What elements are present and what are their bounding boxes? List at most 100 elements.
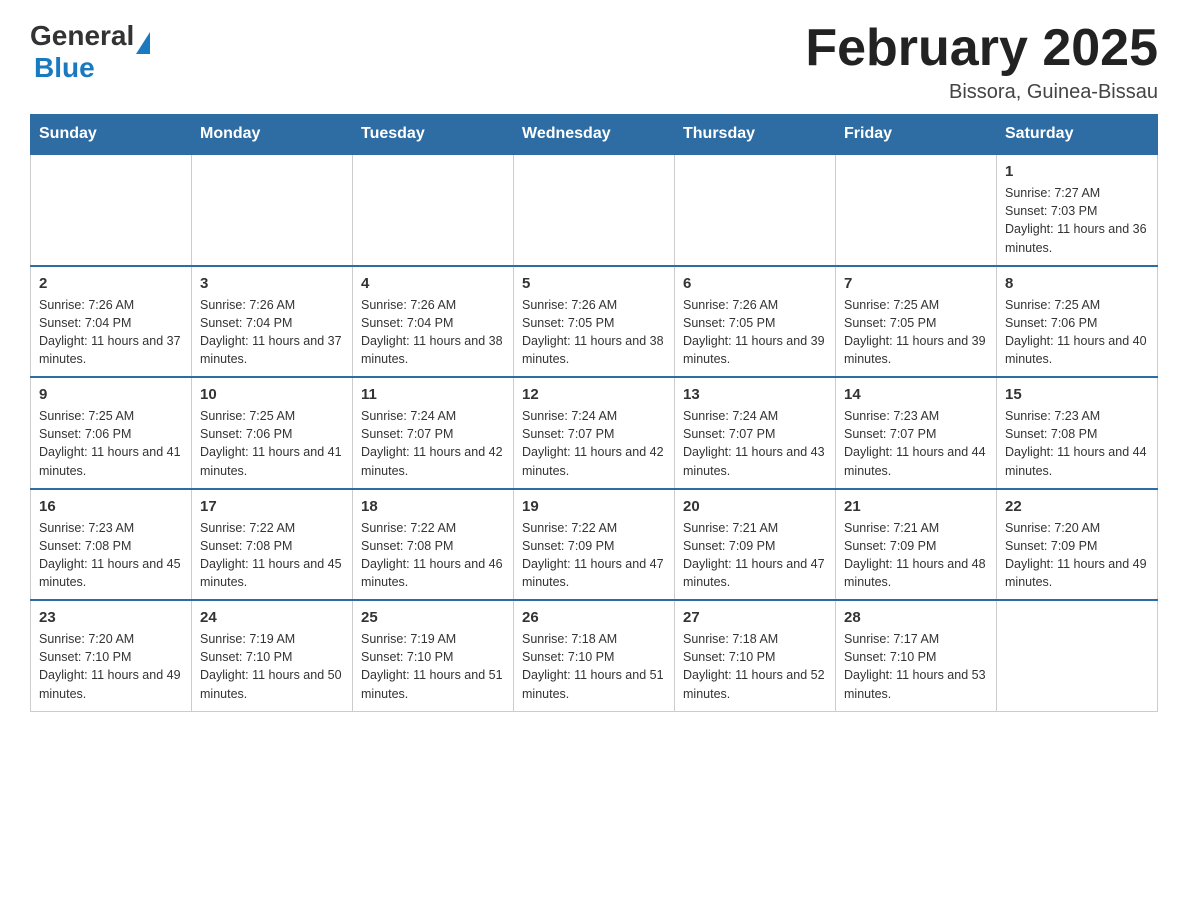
table-row: 17 Sunrise: 7:22 AM Sunset: 7:08 PM Dayli… bbox=[192, 489, 353, 601]
day-number: 14 bbox=[844, 386, 988, 403]
day-number: 23 bbox=[39, 609, 183, 626]
calendar-week-4: 16 Sunrise: 7:23 AM Sunset: 7:08 PM Dayli… bbox=[31, 489, 1158, 601]
table-row: 2Sunrise: 7:26 AM Sunset: 7:04 PM Daylig… bbox=[31, 266, 192, 378]
table-row: 14 Sunrise: 7:23 AM Sunset: 7:07 PM Dayli… bbox=[836, 377, 997, 489]
table-row: 13 Sunrise: 7:24 AM Sunset: 7:07 PM Dayli… bbox=[675, 377, 836, 489]
day-info: Sunrise: 7:19 AM Sunset: 7:10 PM Dayligh… bbox=[361, 630, 505, 703]
day-info: Sunrise: 7:20 AM Sunset: 7:09 PM Dayligh… bbox=[1005, 519, 1149, 592]
day-info: Sunrise: 7:25 AM Sunset: 7:06 PM Dayligh… bbox=[1005, 296, 1149, 369]
col-tuesday: Tuesday bbox=[353, 115, 514, 155]
table-row bbox=[675, 154, 836, 266]
day-info: Sunrise: 7:26 AM Sunset: 7:05 PM Dayligh… bbox=[683, 296, 827, 369]
day-number: 3 bbox=[200, 275, 344, 292]
logo: General Blue bbox=[30, 20, 150, 84]
day-number: 22 bbox=[1005, 498, 1149, 515]
table-row bbox=[997, 600, 1158, 711]
logo-blue-text: Blue bbox=[34, 52, 95, 84]
day-info: Sunrise: 7:27 AM Sunset: 7:03 PM Dayligh… bbox=[1005, 184, 1149, 257]
day-number: 19 bbox=[522, 498, 666, 515]
table-row bbox=[836, 154, 997, 266]
table-row: 22 Sunrise: 7:20 AM Sunset: 7:09 PM Dayli… bbox=[997, 489, 1158, 601]
day-number: 11 bbox=[361, 386, 505, 403]
table-row: 9 Sunrise: 7:25 AM Sunset: 7:06 PM Daylig… bbox=[31, 377, 192, 489]
day-info: Sunrise: 7:24 AM Sunset: 7:07 PM Dayligh… bbox=[361, 407, 505, 480]
day-info: Sunrise: 7:26 AM Sunset: 7:04 PM Dayligh… bbox=[361, 296, 505, 369]
day-number: 16 bbox=[39, 498, 183, 515]
col-wednesday: Wednesday bbox=[514, 115, 675, 155]
day-info: Sunrise: 7:26 AM Sunset: 7:04 PM Dayligh… bbox=[39, 296, 183, 369]
day-number: 20 bbox=[683, 498, 827, 515]
calendar-week-3: 9 Sunrise: 7:25 AM Sunset: 7:06 PM Daylig… bbox=[31, 377, 1158, 489]
table-row: 16 Sunrise: 7:23 AM Sunset: 7:08 PM Dayli… bbox=[31, 489, 192, 601]
day-number: 12 bbox=[522, 386, 666, 403]
day-info: Sunrise: 7:21 AM Sunset: 7:09 PM Dayligh… bbox=[683, 519, 827, 592]
day-number: 5 bbox=[522, 275, 666, 292]
table-row: 21Sunrise: 7:21 AM Sunset: 7:09 PM Dayli… bbox=[836, 489, 997, 601]
day-info: Sunrise: 7:21 AM Sunset: 7:09 PM Dayligh… bbox=[844, 519, 988, 592]
day-info: Sunrise: 7:26 AM Sunset: 7:05 PM Dayligh… bbox=[522, 296, 666, 369]
day-info: Sunrise: 7:22 AM Sunset: 7:09 PM Dayligh… bbox=[522, 519, 666, 592]
table-row: 4 Sunrise: 7:26 AM Sunset: 7:04 PM Daylig… bbox=[353, 266, 514, 378]
table-row: 23 Sunrise: 7:20 AM Sunset: 7:10 PM Dayli… bbox=[31, 600, 192, 711]
calendar-title: February 2025 bbox=[805, 20, 1158, 77]
logo-general-text: General bbox=[30, 20, 134, 52]
col-sunday: Sunday bbox=[31, 115, 192, 155]
table-row: 24Sunrise: 7:19 AM Sunset: 7:10 PM Dayli… bbox=[192, 600, 353, 711]
calendar-table: Sunday Monday Tuesday Wednesday Thursday… bbox=[30, 114, 1158, 712]
calendar-week-5: 23 Sunrise: 7:20 AM Sunset: 7:10 PM Dayli… bbox=[31, 600, 1158, 711]
day-info: Sunrise: 7:25 AM Sunset: 7:06 PM Dayligh… bbox=[39, 407, 183, 480]
table-row: 1 Sunrise: 7:27 AM Sunset: 7:03 PM Daylig… bbox=[997, 154, 1158, 266]
table-row: 15Sunrise: 7:23 AM Sunset: 7:08 PM Dayli… bbox=[997, 377, 1158, 489]
table-row: 11 Sunrise: 7:24 AM Sunset: 7:07 PM Dayli… bbox=[353, 377, 514, 489]
day-info: Sunrise: 7:20 AM Sunset: 7:10 PM Dayligh… bbox=[39, 630, 183, 703]
day-number: 8 bbox=[1005, 275, 1149, 292]
day-info: Sunrise: 7:22 AM Sunset: 7:08 PM Dayligh… bbox=[200, 519, 344, 592]
day-number: 25 bbox=[361, 609, 505, 626]
title-block: February 2025 Bissora, Guinea-Bissau bbox=[805, 20, 1158, 104]
table-row: 6Sunrise: 7:26 AM Sunset: 7:05 PM Daylig… bbox=[675, 266, 836, 378]
table-row: 19 Sunrise: 7:22 AM Sunset: 7:09 PM Dayli… bbox=[514, 489, 675, 601]
table-row: 27 Sunrise: 7:18 AM Sunset: 7:10 PM Dayli… bbox=[675, 600, 836, 711]
table-row: 7 Sunrise: 7:25 AM Sunset: 7:05 PM Daylig… bbox=[836, 266, 997, 378]
table-row: 3 Sunrise: 7:26 AM Sunset: 7:04 PM Daylig… bbox=[192, 266, 353, 378]
table-row: 8 Sunrise: 7:25 AM Sunset: 7:06 PM Daylig… bbox=[997, 266, 1158, 378]
calendar-week-2: 2Sunrise: 7:26 AM Sunset: 7:04 PM Daylig… bbox=[31, 266, 1158, 378]
table-row: 28Sunrise: 7:17 AM Sunset: 7:10 PM Dayli… bbox=[836, 600, 997, 711]
page-header: General Blue February 2025 Bissora, Guin… bbox=[30, 20, 1158, 104]
day-number: 1 bbox=[1005, 163, 1149, 180]
day-info: Sunrise: 7:26 AM Sunset: 7:04 PM Dayligh… bbox=[200, 296, 344, 369]
day-info: Sunrise: 7:24 AM Sunset: 7:07 PM Dayligh… bbox=[683, 407, 827, 480]
day-info: Sunrise: 7:18 AM Sunset: 7:10 PM Dayligh… bbox=[683, 630, 827, 703]
day-info: Sunrise: 7:24 AM Sunset: 7:07 PM Dayligh… bbox=[522, 407, 666, 480]
day-number: 27 bbox=[683, 609, 827, 626]
table-row bbox=[353, 154, 514, 266]
day-number: 17 bbox=[200, 498, 344, 515]
col-saturday: Saturday bbox=[997, 115, 1158, 155]
day-number: 10 bbox=[200, 386, 344, 403]
day-number: 15 bbox=[1005, 386, 1149, 403]
day-info: Sunrise: 7:23 AM Sunset: 7:07 PM Dayligh… bbox=[844, 407, 988, 480]
col-thursday: Thursday bbox=[675, 115, 836, 155]
table-row: 5 Sunrise: 7:26 AM Sunset: 7:05 PM Daylig… bbox=[514, 266, 675, 378]
logo-triangle-icon bbox=[136, 32, 150, 54]
day-number: 4 bbox=[361, 275, 505, 292]
col-friday: Friday bbox=[836, 115, 997, 155]
day-number: 28 bbox=[844, 609, 988, 626]
table-row: 18 Sunrise: 7:22 AM Sunset: 7:08 PM Dayli… bbox=[353, 489, 514, 601]
day-info: Sunrise: 7:23 AM Sunset: 7:08 PM Dayligh… bbox=[39, 519, 183, 592]
calendar-subtitle: Bissora, Guinea-Bissau bbox=[805, 81, 1158, 104]
day-info: Sunrise: 7:25 AM Sunset: 7:05 PM Dayligh… bbox=[844, 296, 988, 369]
day-number: 7 bbox=[844, 275, 988, 292]
calendar-header-row: Sunday Monday Tuesday Wednesday Thursday… bbox=[31, 115, 1158, 155]
day-number: 18 bbox=[361, 498, 505, 515]
day-info: Sunrise: 7:19 AM Sunset: 7:10 PM Dayligh… bbox=[200, 630, 344, 703]
day-info: Sunrise: 7:22 AM Sunset: 7:08 PM Dayligh… bbox=[361, 519, 505, 592]
day-number: 13 bbox=[683, 386, 827, 403]
day-number: 26 bbox=[522, 609, 666, 626]
table-row bbox=[31, 154, 192, 266]
table-row bbox=[192, 154, 353, 266]
day-info: Sunrise: 7:18 AM Sunset: 7:10 PM Dayligh… bbox=[522, 630, 666, 703]
day-number: 9 bbox=[39, 386, 183, 403]
table-row: 12 Sunrise: 7:24 AM Sunset: 7:07 PM Dayli… bbox=[514, 377, 675, 489]
table-row: 26 Sunrise: 7:18 AM Sunset: 7:10 PM Dayli… bbox=[514, 600, 675, 711]
